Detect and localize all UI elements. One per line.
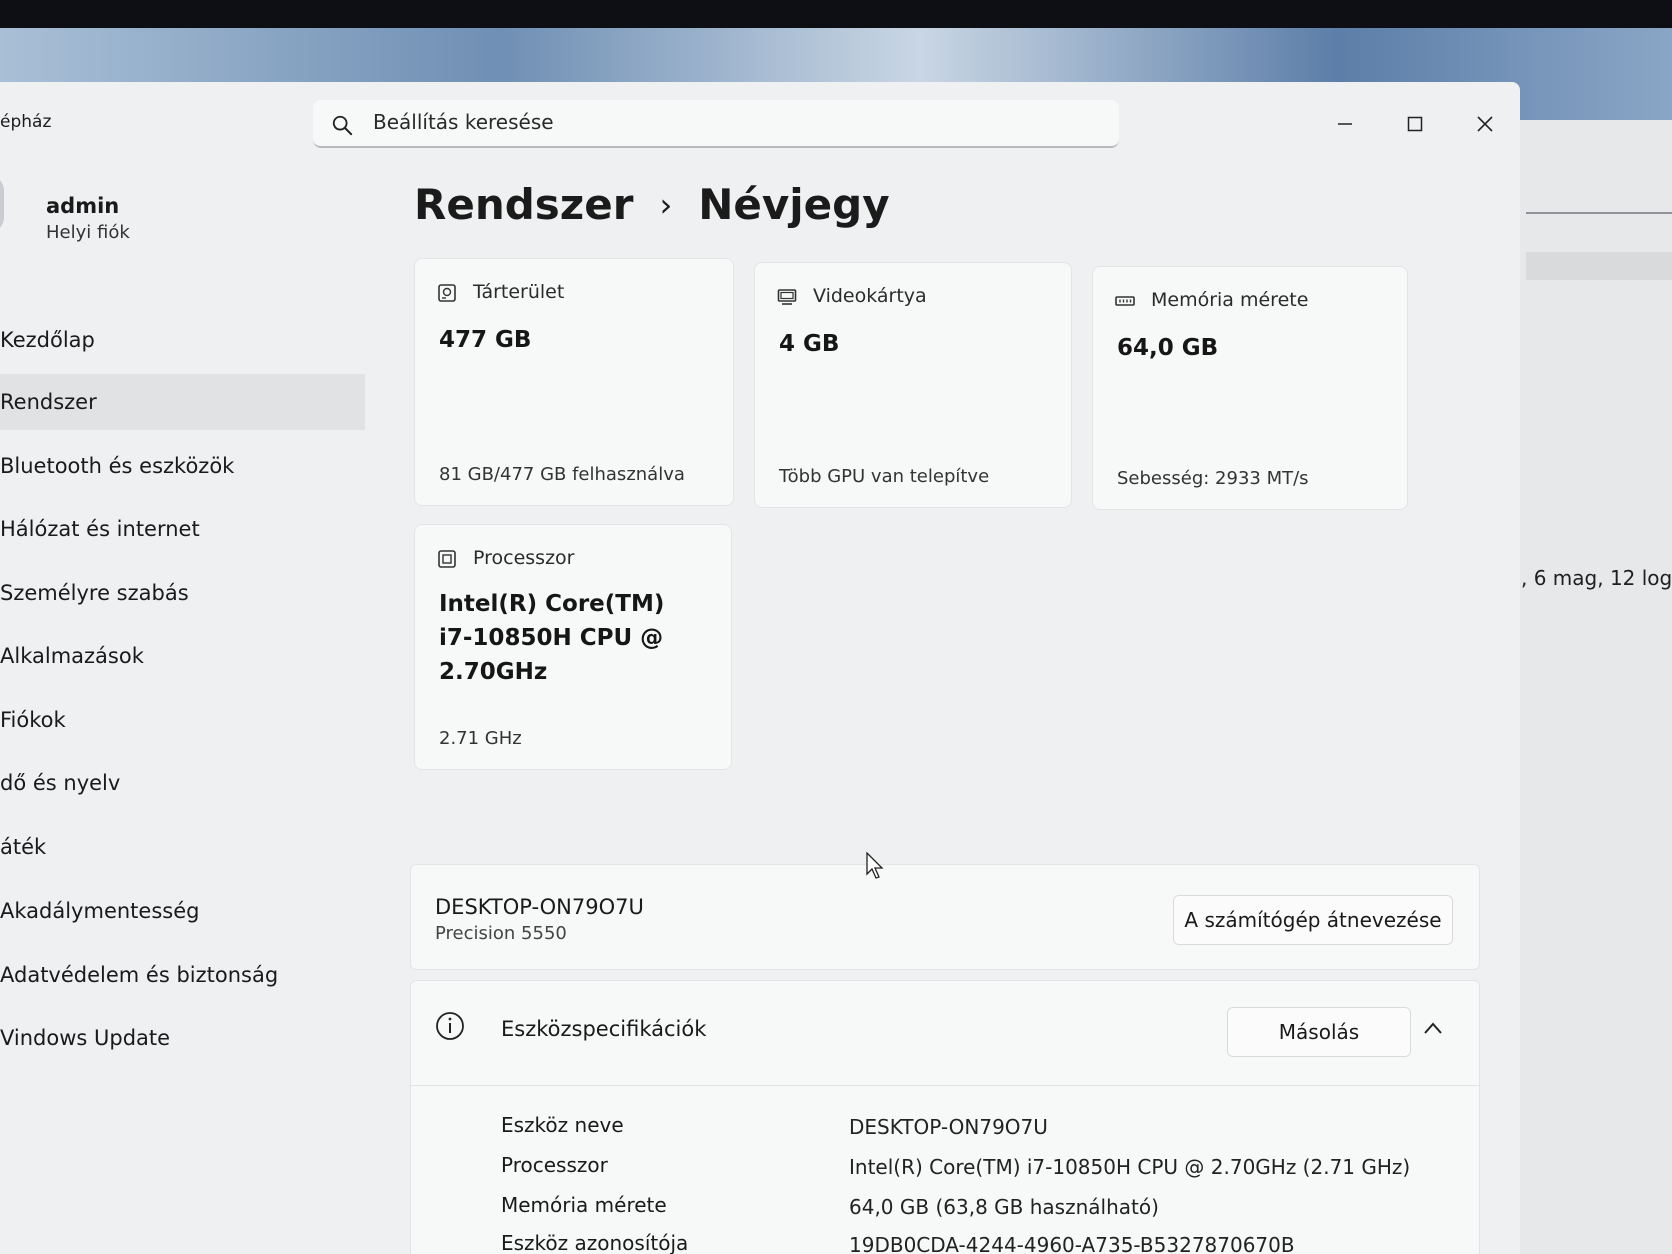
- sidebar-item-label: Rendszer: [0, 390, 97, 414]
- sidebar-item-personalization[interactable]: Személyre szabás: [0, 565, 365, 621]
- memory-icon: [1115, 296, 1135, 306]
- sidebar-item-label: Alkalmazások: [0, 644, 144, 668]
- background-window-text: , 6 mag, 12 logi: [1521, 566, 1672, 590]
- account-type: Helyi fiók: [46, 222, 130, 243]
- page-title: Névjegy: [698, 180, 890, 229]
- sidebar-item-label: áték: [0, 835, 47, 859]
- search-input[interactable]: Beállítás keresése: [373, 110, 554, 134]
- app-title: épház: [0, 112, 52, 132]
- info-icon: [436, 1012, 464, 1040]
- copy-button[interactable]: Másolás: [1227, 1007, 1411, 1057]
- gpu-value: 4 GB: [779, 331, 840, 357]
- spec-value: 64,0 GB (63,8 GB használható): [849, 1195, 1159, 1219]
- account-name: admin: [46, 194, 120, 218]
- spec-label: Processzor: [501, 1153, 608, 1177]
- processor-value: Intel(R) Core(TM) i7-10850H CPU @ 2.70GH…: [439, 587, 664, 689]
- background-window-divider: [1526, 212, 1672, 214]
- sidebar-item-label: Adatvédelem és biztonság: [0, 963, 279, 987]
- sidebar-item-windows-update[interactable]: Vindows Update: [0, 1010, 365, 1066]
- memory-speed: Sebesség: 2933 MT/s: [1117, 468, 1309, 489]
- sidebar-item-label: Hálózat és internet: [0, 517, 200, 541]
- breadcrumb: Rendszer › Névjegy: [414, 180, 890, 229]
- sidebar-item-time-language[interactable]: dő és nyelv: [0, 755, 365, 811]
- sidebar-item-label: Vindows Update: [0, 1026, 171, 1050]
- close-icon: [1477, 116, 1493, 132]
- processor-speed: 2.71 GHz: [439, 728, 522, 749]
- background-window[interactable]: , 6 mag, 12 logi: [1500, 120, 1672, 1254]
- storage-icon: [438, 284, 456, 302]
- memory-value: 64,0 GB: [1117, 335, 1219, 361]
- sidebar-item-label: Fiókok: [0, 708, 66, 732]
- processor-value-line: i7-10850H CPU @: [439, 625, 664, 651]
- gpu-card[interactable]: Videokártya 4 GB Több GPU van telepítve: [754, 262, 1072, 508]
- chevron-up-icon[interactable]: [1423, 1021, 1443, 1035]
- processor-icon: [438, 550, 456, 568]
- specs-divider: [411, 1085, 1479, 1086]
- sidebar-item-label: Akadálymentesség: [0, 899, 200, 923]
- device-specs-panel: Eszközspecifikációk Másolás Eszköz neve …: [410, 980, 1480, 1254]
- search-icon: [332, 115, 353, 136]
- spec-value: Intel(R) Core(TM) i7-10850H CPU @ 2.70GH…: [849, 1155, 1411, 1179]
- search-box[interactable]: Beállítás keresése: [313, 100, 1119, 148]
- sidebar-item-label: Személyre szabás: [0, 581, 189, 605]
- storage-card[interactable]: Tárterület 477 GB 81 GB/477 GB felhaszná…: [414, 258, 734, 506]
- sidebar-item-label: Kezdőlap: [0, 328, 95, 352]
- sidebar-item-network[interactable]: Hálózat és internet: [0, 501, 365, 557]
- storage-usage: 81 GB/477 GB felhasználva: [439, 464, 685, 485]
- minimize-icon: [1338, 123, 1352, 125]
- sidebar-item-label: Bluetooth és eszközök: [0, 454, 235, 478]
- storage-value: 477 GB: [439, 327, 532, 353]
- maximize-icon: [1407, 116, 1423, 132]
- sidebar-item-accessibility[interactable]: Akadálymentesség: [0, 883, 365, 939]
- sidebar-item-bluetooth[interactable]: Bluetooth és eszközök: [0, 438, 365, 494]
- sidebar-item-accounts[interactable]: Fiókok: [0, 692, 365, 748]
- processor-value-line: 2.70GHz: [439, 659, 548, 685]
- gpu-title: Videokártya: [813, 285, 927, 307]
- rename-pc-button[interactable]: A számítógép átnevezése: [1173, 895, 1453, 945]
- sidebar-item-gaming[interactable]: áték: [0, 819, 365, 875]
- processor-card[interactable]: Processzor Intel(R) Core(TM) i7-10850H C…: [414, 524, 732, 770]
- sidebar-item-privacy[interactable]: Adatvédelem és biztonság: [0, 947, 365, 1003]
- spec-value: 19DB0CDA-4244-4960-A735-B5327870670B: [849, 1233, 1295, 1254]
- close-button[interactable]: [1465, 104, 1505, 144]
- background-window-bar: [1526, 252, 1672, 280]
- minimize-button[interactable]: [1325, 104, 1365, 144]
- sidebar-item-apps[interactable]: Alkalmazások: [0, 628, 365, 684]
- sidebar-item-label: dő és nyelv: [0, 771, 121, 795]
- avatar: [0, 174, 4, 234]
- sidebar-item-home[interactable]: Kezdőlap: [0, 312, 365, 368]
- maximize-button[interactable]: [1395, 104, 1435, 144]
- display-adapter-icon: [777, 289, 797, 305]
- device-model: Precision 5550: [435, 923, 567, 944]
- device-name: DESKTOP-ON79O7U: [435, 895, 644, 919]
- breadcrumb-separator: ›: [659, 185, 673, 224]
- settings-window: épház Beállítás keresése admin Helyi fió…: [0, 82, 1520, 1254]
- specs-title[interactable]: Eszközspecifikációk: [501, 1017, 706, 1041]
- device-name-panel: DESKTOP-ON79O7U Precision 5550 A számító…: [410, 864, 1480, 970]
- spec-label: Eszköz neve: [501, 1113, 624, 1137]
- memory-title: Memória mérete: [1151, 289, 1309, 311]
- storage-title: Tárterület: [473, 281, 565, 303]
- gpu-note: Több GPU van telepítve: [779, 466, 990, 487]
- breadcrumb-parent[interactable]: Rendszer: [414, 180, 633, 229]
- memory-card[interactable]: Memória mérete 64,0 GB Sebesség: 2933 MT…: [1092, 266, 1408, 510]
- processor-value-line: Intel(R) Core(TM): [439, 591, 665, 617]
- spec-label: Eszköz azonosítója: [501, 1231, 689, 1254]
- sidebar-item-system[interactable]: Rendszer: [0, 374, 365, 430]
- spec-label: Memória mérete: [501, 1193, 667, 1217]
- processor-title: Processzor: [473, 547, 575, 569]
- mouse-cursor-icon: [866, 852, 884, 879]
- spec-value: DESKTOP-ON79O7U: [849, 1115, 1048, 1139]
